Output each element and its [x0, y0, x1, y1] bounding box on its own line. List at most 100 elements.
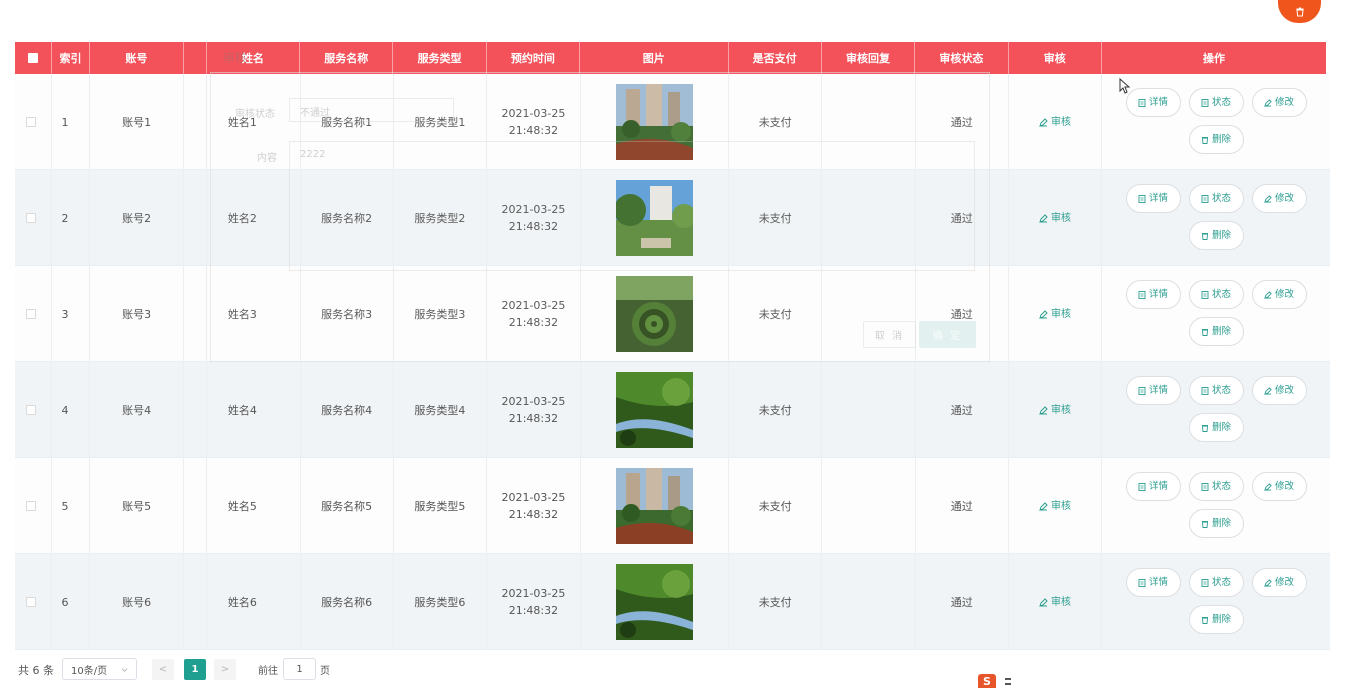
edit-button[interactable]: 修改 — [1251, 280, 1307, 309]
state-button[interactable]: 状态 — [1188, 472, 1244, 501]
name-cell: 姓名3 — [207, 266, 301, 362]
row-select-cell[interactable] — [15, 458, 53, 554]
row-select-cell[interactable] — [15, 266, 53, 362]
delete-button[interactable]: 删除 — [1188, 509, 1244, 538]
audit-link[interactable]: 审核 — [1039, 402, 1071, 419]
drag-handle-icon[interactable] — [1005, 677, 1011, 687]
detail-button-label: 详情 — [1149, 577, 1169, 588]
header-time: 预约时间 — [487, 42, 581, 74]
service-name-cell: 服务名称5 — [301, 458, 394, 554]
audit-link[interactable]: 审核 — [1039, 498, 1071, 515]
row-checkbox[interactable] — [26, 501, 36, 511]
detail-button[interactable]: 详情 — [1125, 184, 1181, 213]
state-button[interactable]: 状态 — [1188, 88, 1244, 117]
image-cell[interactable] — [581, 362, 730, 458]
detail-button[interactable]: 详情 — [1125, 568, 1181, 597]
image-cell[interactable] — [581, 458, 730, 554]
detail-button[interactable]: 详情 — [1125, 88, 1181, 117]
select-all-checkbox[interactable] — [28, 53, 39, 63]
edit-button-label: 修改 — [1275, 193, 1295, 204]
page-size-value: 10条/页 — [71, 665, 108, 677]
state-button-label: 状态 — [1212, 289, 1232, 300]
document-icon — [1138, 482, 1146, 491]
row-checkbox[interactable] — [26, 117, 36, 127]
delete-button-label: 删除 — [1212, 134, 1232, 145]
state-button[interactable]: 状态 — [1188, 376, 1244, 405]
row-select-cell[interactable] — [15, 362, 53, 458]
audit-cell: 审核 — [1009, 458, 1103, 554]
willow-stream-photo — [615, 564, 693, 640]
detail-button-label: 详情 — [1149, 385, 1169, 396]
delete-button[interactable]: 删除 — [1188, 413, 1244, 442]
goto-page-input[interactable]: 1 — [283, 658, 316, 680]
trash-icon — [1202, 424, 1209, 432]
header-service-type: 服务类型 — [393, 42, 487, 74]
reply-cell — [822, 362, 916, 458]
row-checkbox[interactable] — [26, 309, 36, 319]
blank-cell — [184, 362, 207, 458]
page-size-select[interactable]: 10条/页 — [62, 658, 137, 680]
edit-button[interactable]: 修改 — [1251, 472, 1307, 501]
state-button[interactable]: 状态 — [1188, 184, 1244, 213]
index-cell: 3 — [52, 266, 90, 362]
image-cell[interactable] — [581, 266, 730, 362]
willow-stream-photo — [615, 372, 693, 448]
detail-button[interactable]: 详情 — [1125, 280, 1181, 309]
header-account: 账号 — [90, 42, 185, 74]
service-name-cell: 服务名称1 — [301, 74, 394, 170]
state-button[interactable]: 状态 — [1188, 568, 1244, 597]
header-select-all[interactable] — [15, 42, 53, 74]
row-checkbox[interactable] — [26, 405, 36, 415]
audit-cell: 审核 — [1009, 170, 1103, 266]
prev-page-button[interactable]: < — [152, 659, 174, 680]
image-cell[interactable] — [581, 554, 730, 650]
detail-button[interactable]: 详情 — [1125, 376, 1181, 405]
ops-cell: 详情 状态 修改 删除 — [1102, 266, 1330, 362]
data-table: 索引 账号 姓名 服务名称 服务类型 预约时间 图片 是否支付 审核回复 审核状… — [15, 42, 1330, 650]
reply-cell — [822, 266, 916, 362]
batch-delete-button[interactable] — [1278, 0, 1321, 23]
index-cell: 6 — [52, 554, 90, 650]
delete-button[interactable]: 删除 — [1188, 317, 1244, 346]
table-row: 2 账号2 姓名2 服务名称2 服务类型2 2021-03-25 21:48:32 未支付通… — [15, 170, 1330, 266]
audit-link[interactable]: 审核 — [1039, 306, 1071, 323]
next-page-button[interactable]: > — [214, 659, 236, 680]
image-cell[interactable] — [581, 170, 730, 266]
image-cell[interactable] — [581, 74, 730, 170]
ops-cell: 详情 状态 修改删除 — [1102, 74, 1330, 170]
edit-button[interactable]: 修改 — [1251, 568, 1307, 597]
row-select-cell[interactable] — [15, 74, 53, 170]
page-1-button[interactable]: 1 — [184, 659, 206, 680]
table-header: 索引 账号 姓名 服务名称 服务类型 预约时间 图片 是否支付 审核回复 审核状… — [15, 42, 1326, 74]
audit-link[interactable]: 审核 — [1039, 594, 1071, 611]
delete-button[interactable]: 删除 — [1188, 605, 1244, 634]
service-type-cell: 服务类型2 — [394, 170, 488, 266]
document-icon — [1201, 98, 1209, 107]
service-type-cell: 服务类型5 — [394, 458, 488, 554]
document-icon — [1201, 194, 1209, 203]
audit-link[interactable]: 审核 — [1039, 114, 1071, 131]
row-select-cell[interactable] — [15, 170, 53, 266]
edit-button[interactable]: 修改 — [1251, 88, 1307, 117]
time-cell: 2021-03-25 21:48:32 — [487, 554, 581, 650]
audit-link-label: 审核 — [1051, 116, 1072, 128]
edit-button[interactable]: 修改 — [1251, 376, 1307, 405]
reply-cell — [822, 458, 916, 554]
ops-cell: 详情 状态 修改 删除 — [1102, 458, 1330, 554]
goto-label: 前往 — [258, 666, 278, 677]
delete-button[interactable]: 删除 — [1188, 125, 1244, 154]
detail-button[interactable]: 详情 — [1125, 472, 1181, 501]
service-type-cell: 服务类型3 — [394, 266, 488, 362]
edit-button[interactable]: 修改 — [1251, 184, 1307, 213]
row-checkbox[interactable] — [26, 597, 36, 607]
delete-button[interactable]: 删除 — [1188, 221, 1244, 250]
status-cell: 通过 — [916, 362, 1009, 458]
paid-cell: 未支付 — [729, 554, 823, 650]
audit-link-label: 审核 — [1051, 500, 1072, 512]
state-button[interactable]: 状态 — [1188, 280, 1244, 309]
row-checkbox[interactable] — [26, 213, 36, 223]
row-select-cell[interactable] — [15, 554, 53, 650]
audit-link[interactable]: 审核 — [1039, 210, 1071, 227]
mouse-cursor-icon — [1119, 78, 1130, 94]
status-cell: 通过 — [916, 74, 1009, 170]
